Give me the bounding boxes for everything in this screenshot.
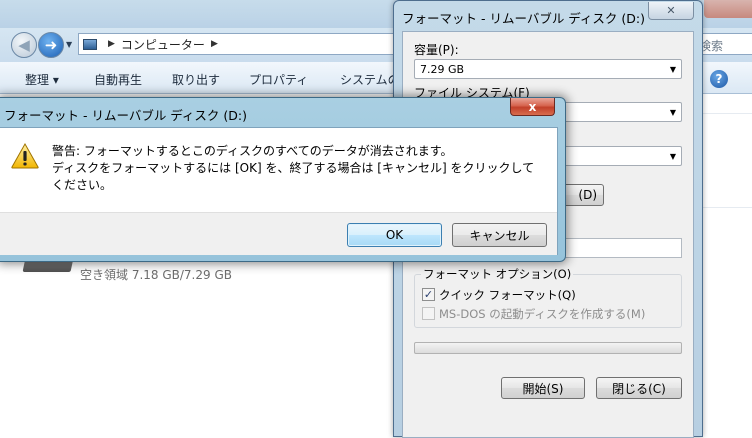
chevron-down-icon: ▼ (669, 152, 676, 161)
restore-defaults-label: (D) (578, 188, 597, 202)
warning-dialog-body: 警告: フォーマットするとこのディスクのすべてのデータが消去されます。 ディスク… (0, 127, 558, 255)
format-options-label: フォーマット オプション(O) (421, 266, 574, 282)
computer-icon (83, 38, 97, 50)
warning-dialog-close-button[interactable]: x (510, 98, 555, 116)
help-icon[interactable]: ? (710, 70, 728, 88)
ok-button[interactable]: OK (347, 223, 442, 247)
close-icon: ✕ (666, 4, 676, 17)
warning-message-line: ください。 (52, 178, 113, 192)
quick-format-label: クイック フォーマット(Q) (439, 288, 576, 302)
warning-icon (11, 143, 39, 169)
forward-button[interactable]: ➜ (38, 32, 64, 58)
msdos-startup-label: MS-DOS の起動ディスクを作成する(M) (439, 307, 646, 321)
drive-free-space: 空き領域 7.18 GB/7.29 GB (80, 268, 232, 282)
properties-button[interactable]: プロパティ (249, 71, 308, 88)
forward-arrow-icon: ➜ (44, 36, 58, 54)
warning-message-line: ディスクをフォーマットするには [OK] を、終了する場合は [キャンセル] を… (52, 161, 535, 175)
organize-menu-button[interactable]: 整理 ▾ (25, 71, 59, 88)
warning-dialog-title: フォーマット - リムーバブル ディスク (D:) (4, 108, 247, 123)
capacity-value: 7.29 GB (420, 63, 465, 76)
format-warning-dialog: フォーマット - リムーバブル ディスク (D:) x 警告: フォーマットする… (0, 97, 566, 262)
quick-format-checkbox[interactable]: ✓ (422, 288, 435, 301)
back-arrow-icon: ◀ (18, 36, 30, 54)
recent-pages-chevron-down-icon[interactable]: ▼ (66, 40, 72, 49)
cancel-button[interactable]: キャンセル (452, 223, 547, 247)
msdos-startup-checkbox[interactable] (422, 307, 435, 320)
explorer-close-button[interactable] (704, 0, 752, 18)
autoplay-button[interactable]: 自動再生 (94, 71, 142, 88)
close-button[interactable]: 閉じる(C) (596, 377, 682, 399)
start-button[interactable]: 開始(S) (501, 377, 585, 399)
address-input[interactable]: ▶ コンピューター ▶ (78, 33, 396, 55)
breadcrumb-chevron-right-icon[interactable]: ▶ (211, 39, 218, 49)
chevron-down-icon: ▼ (669, 108, 676, 117)
breadcrumb-chevron-right-icon[interactable]: ▶ (108, 39, 115, 49)
capacity-label: 容量(P): (414, 43, 459, 57)
warning-message: 警告: フォーマットするとこのディスクのすべてのデータが消去されます。 ディスク… (52, 143, 552, 194)
chevron-down-icon: ▼ (669, 65, 676, 74)
start-button-label: 開始(S) (522, 381, 564, 396)
eject-button[interactable]: 取り出す (172, 71, 220, 88)
close-icon: x (528, 99, 537, 114)
system-properties-button[interactable]: システムの (340, 71, 400, 88)
format-progress-bar (414, 342, 682, 354)
explorer-details-strip (696, 95, 752, 437)
search-input[interactable]: 検索 (696, 33, 752, 55)
warning-dialog-footer: OK キャンセル (0, 212, 557, 255)
ok-button-label: OK (385, 228, 404, 242)
capacity-select[interactable]: 7.29 GB ▼ (414, 59, 682, 79)
cancel-button-label: キャンセル (469, 228, 530, 243)
warning-message-line: 警告: フォーマットするとこのディスクのすべてのデータが消去されます。 (52, 144, 453, 158)
close-button-label: 閉じる(C) (612, 381, 666, 396)
breadcrumb-computer[interactable]: コンピューター (121, 36, 205, 53)
format-dialog-title: フォーマット - リムーバブル ディスク (D:) (402, 11, 645, 26)
format-dialog-close-button[interactable]: ✕ (648, 2, 694, 20)
back-button[interactable]: ◀ (11, 32, 37, 58)
